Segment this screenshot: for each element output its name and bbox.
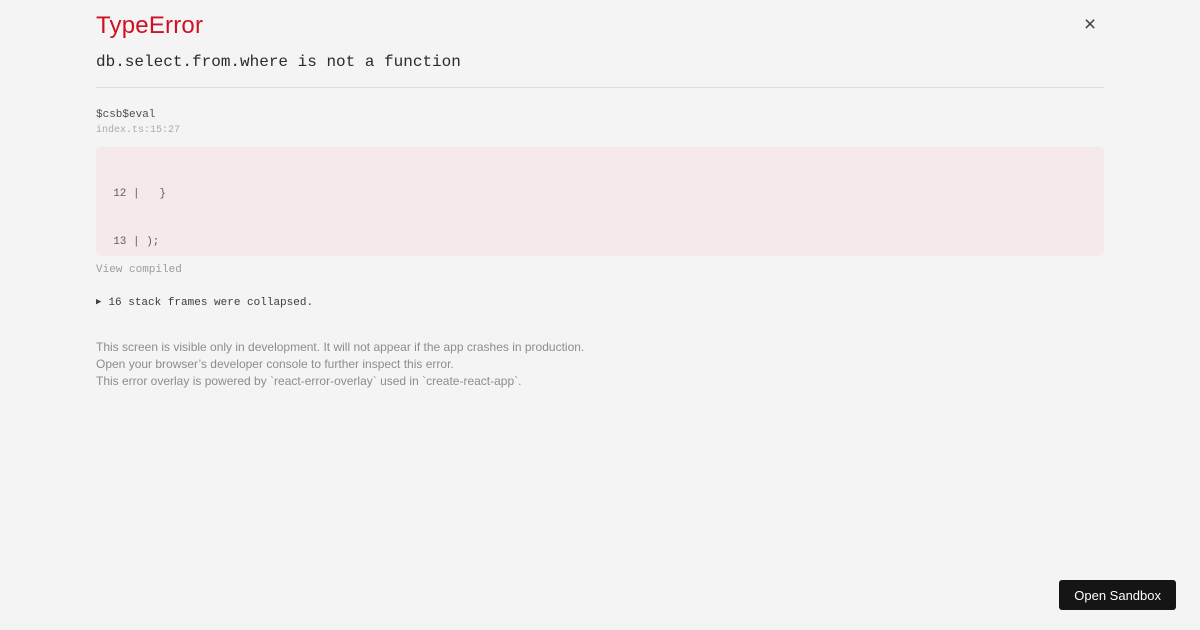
footer-note-development: This screen is visible only in developme… bbox=[96, 340, 585, 354]
error-overlay-page: × TypeError db.select.from.where is not … bbox=[0, 0, 1200, 630]
collapsed-stack-frames-label: 16 stack frames were collapsed. bbox=[108, 297, 314, 309]
close-icon[interactable]: × bbox=[1079, 14, 1101, 36]
code-line-13: 13 | ); bbox=[100, 236, 160, 249]
triangle-right-icon: ▶ bbox=[96, 297, 102, 307]
collapsed-stack-frames-toggle[interactable]: ▶ 16 stack frames were collapsed. bbox=[96, 297, 313, 309]
view-compiled-link[interactable]: View compiled bbox=[96, 264, 182, 276]
footer-notes: This screen is visible only in developme… bbox=[96, 339, 584, 389]
stack-frame-function-name: $csb$eval bbox=[96, 109, 156, 121]
footer-note-powered-by: This error overlay is powered by `react-… bbox=[96, 373, 522, 388]
error-title: TypeError bbox=[96, 12, 204, 39]
stack-frame-location: index.ts:15:27 bbox=[96, 125, 181, 136]
divider bbox=[96, 87, 1104, 88]
code-frame: 12 | } 13 | ); 14 | > 15 | console.log(d… bbox=[96, 147, 1104, 256]
error-message: db.select.from.where is not a function bbox=[96, 53, 461, 71]
open-sandbox-button[interactable]: Open Sandbox bbox=[1059, 580, 1176, 610]
footer-note-console: Open your browser’s developer console to… bbox=[96, 356, 454, 371]
code-line-12: 12 | } bbox=[100, 187, 167, 200]
